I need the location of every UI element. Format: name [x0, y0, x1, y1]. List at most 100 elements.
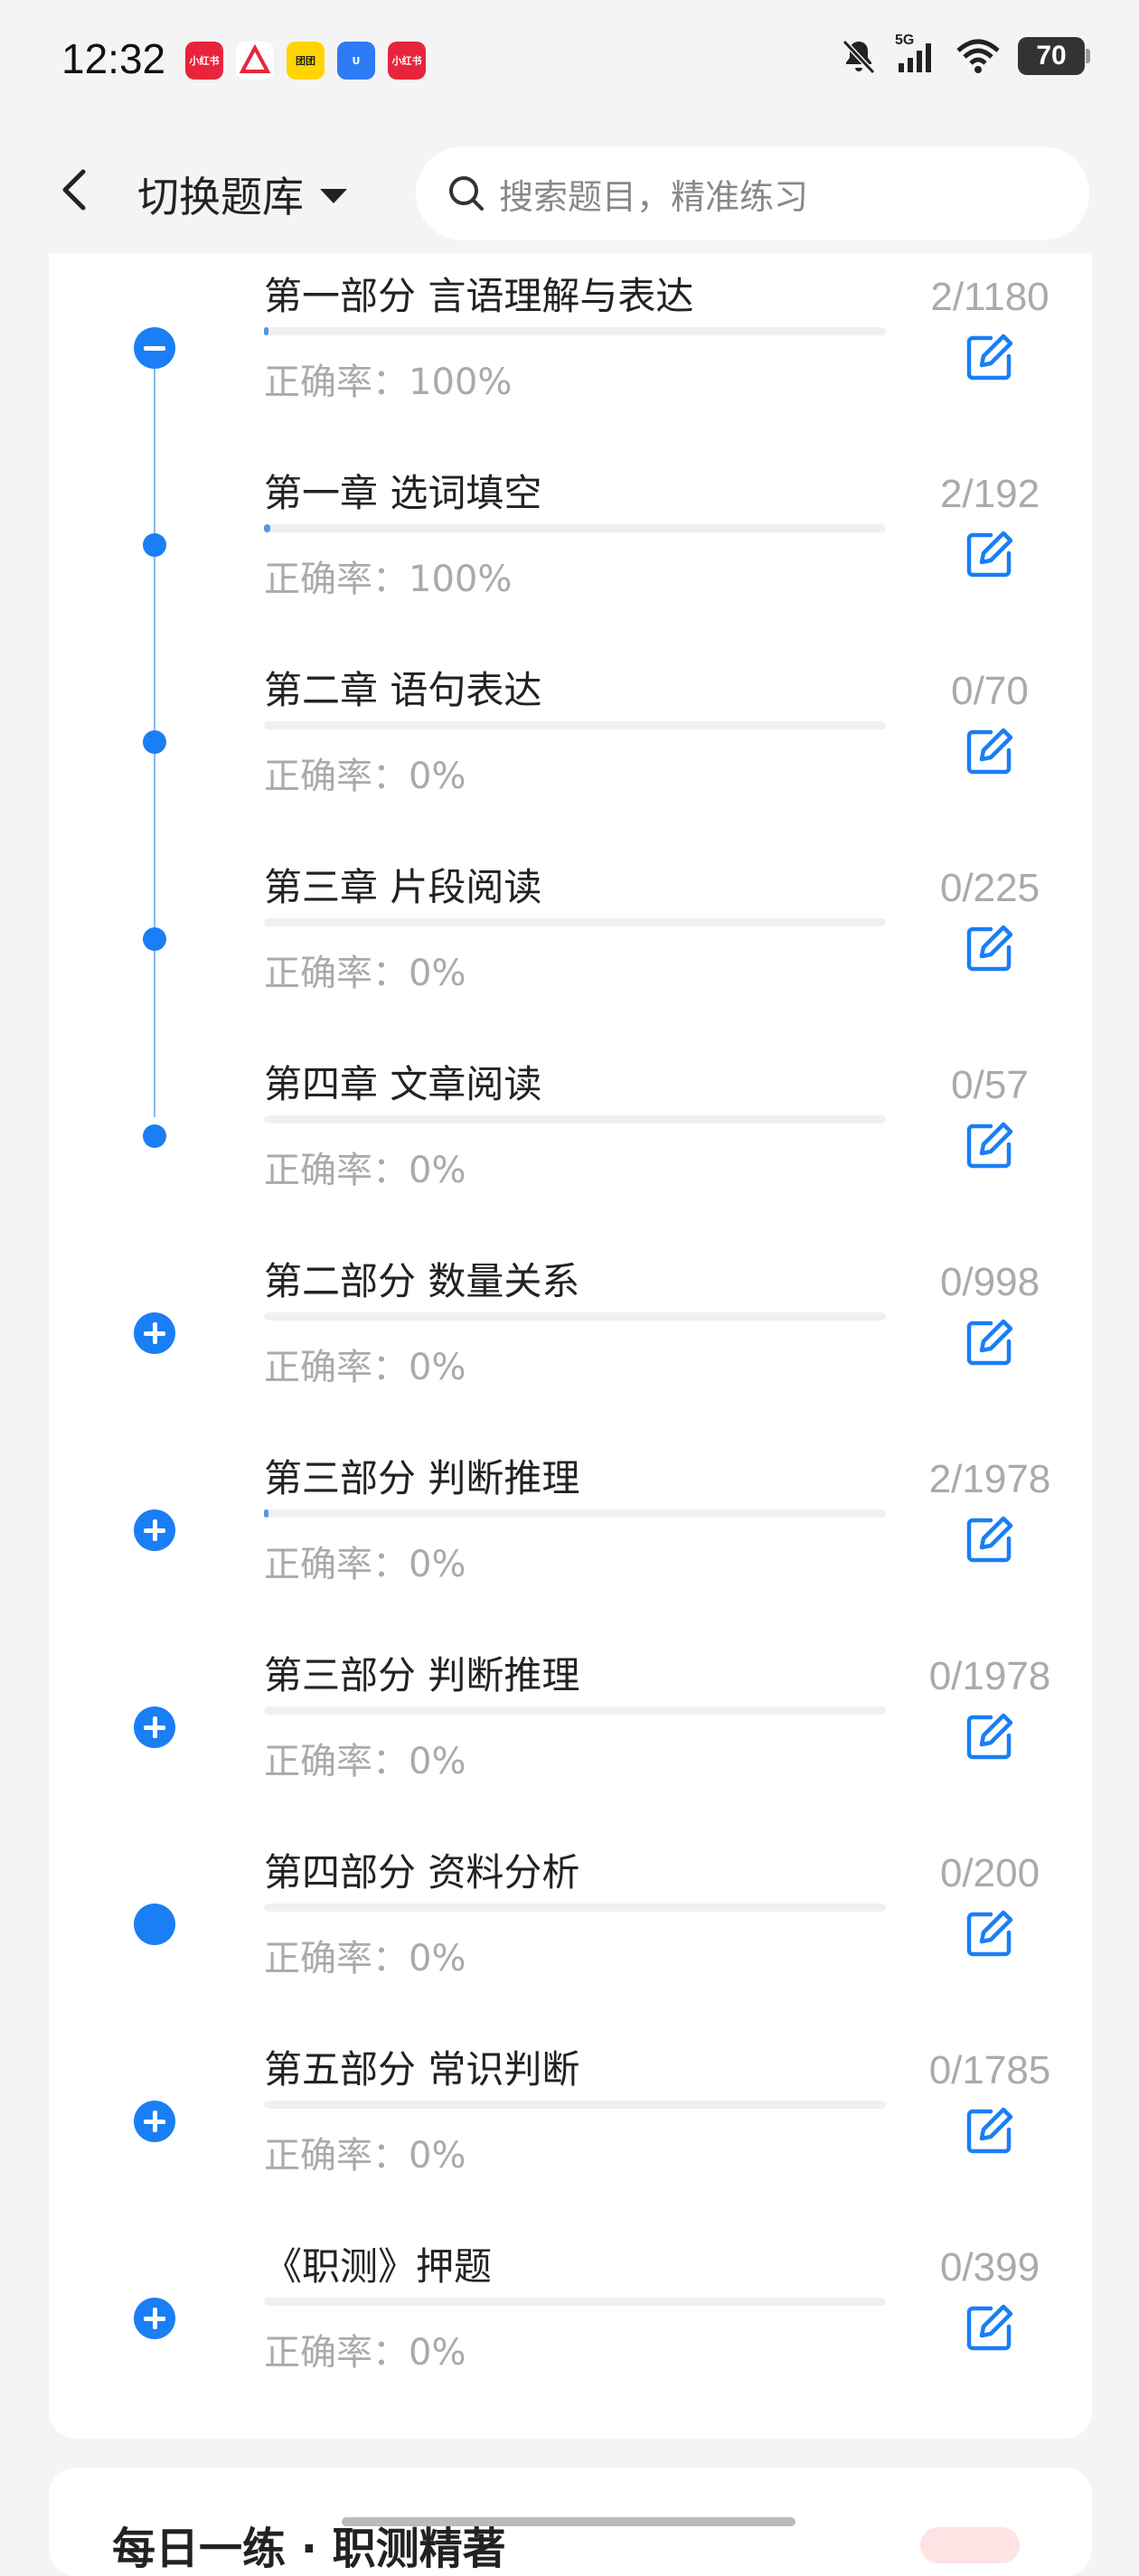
chapter-title: 第三部分 判断推理	[264, 1653, 580, 1697]
question-count: 2/192	[939, 472, 1040, 516]
accuracy-text: 正确率：0%	[264, 953, 466, 994]
expand-icon[interactable]	[134, 2298, 175, 2339]
progress-fill	[264, 327, 268, 335]
progress-bar	[264, 1312, 886, 1321]
search-input[interactable]: 搜索题目，精准练习	[416, 146, 1089, 240]
triangle-app-icon	[236, 42, 274, 80]
question-count: 2/1978	[928, 1457, 1051, 1501]
question-count: 0/57	[951, 1063, 1029, 1107]
chapter-row[interactable]: 第一章 选词填空 正确率：100% 2/192	[0, 468, 1139, 665]
practice-edit-icon[interactable]	[964, 1907, 1016, 1960]
chapter-row[interactable]: 第五部分 常识判断正确率：0% 0/1785	[0, 2045, 1139, 2242]
search-placeholder: 搜索题目，精准练习	[499, 176, 809, 217]
top-nav-bar: 切换题库 搜索题目，精准练习	[0, 127, 1139, 262]
expand-icon[interactable]	[134, 1509, 175, 1551]
chapter-title: 第五部分 常识判断	[264, 2047, 580, 2092]
chapter-row[interactable]: 第三部分 判断推理 正确率：0% 0/1978	[0, 1650, 1139, 1847]
progress-bar	[264, 1904, 886, 1912]
expand-icon[interactable]	[134, 1312, 175, 1354]
chapter-row[interactable]: 《职测》押题 正确率：0% 0/399	[0, 2242, 1139, 2439]
xiaohongshu-icon-2: 小红书	[388, 42, 426, 80]
accuracy-text: 正确率：0%	[264, 1544, 466, 1585]
chapter-title: 第四章 文章阅读	[264, 1062, 542, 1106]
accuracy-text: 正确率：0%	[264, 1741, 466, 1782]
accuracy-text: 正确率：0%	[264, 2135, 466, 2176]
back-arrow-icon[interactable]	[52, 163, 98, 217]
question-count: 0/399	[939, 2245, 1040, 2289]
wifi-icon	[956, 39, 1000, 73]
question-count: 0/1978	[928, 1654, 1051, 1698]
question-count: 0/998	[939, 1260, 1040, 1304]
expand-icon[interactable]	[134, 1706, 175, 1748]
chapter-row[interactable]: 第四部分 资料分析 正确率：0% 0/200	[0, 1847, 1139, 2045]
practice-edit-icon[interactable]	[964, 331, 1016, 383]
chapter-title: 第二章 语句表达	[264, 668, 542, 712]
switch-question-bank-button[interactable]: 切换题库	[137, 165, 347, 224]
progress-bar	[264, 524, 886, 532]
accuracy-text: 正确率：0%	[264, 1347, 466, 1388]
practice-edit-icon[interactable]	[964, 725, 1016, 777]
practice-edit-icon[interactable]	[964, 1119, 1016, 1171]
progress-bar	[264, 1509, 886, 1518]
chapter-row[interactable]: 第四章 文章阅读 正确率：0% 0/57	[0, 1059, 1139, 1256]
signal-icon: 5G	[895, 33, 938, 76]
practice-edit-icon[interactable]	[964, 1513, 1016, 1565]
section-node-icon[interactable]	[134, 1904, 175, 1945]
accuracy-text: 正确率：0%	[264, 1938, 466, 1979]
search-icon	[449, 176, 484, 211]
progress-fill	[264, 524, 270, 532]
accuracy-text: 正确率：100%	[264, 559, 513, 600]
notification-app-icons: 小红书 团团 U 小红书	[185, 42, 426, 80]
accuracy-text: 正确率：0%	[264, 756, 466, 797]
chapter-row[interactable]: 第三章 片段阅读 正确率：0% 0/225	[0, 862, 1139, 1059]
practice-edit-icon[interactable]	[964, 1710, 1016, 1763]
timeline-dot-icon	[143, 1124, 166, 1148]
chapter-title: 《职测》押题	[264, 2244, 493, 2289]
practice-edit-icon[interactable]	[964, 1316, 1016, 1368]
practice-edit-icon[interactable]	[964, 2301, 1016, 2354]
progress-bar	[264, 2101, 886, 2109]
chapter-title: 第一部分 言语理解与表达	[264, 274, 694, 318]
progress-bar	[264, 721, 886, 729]
chapter-row[interactable]: 第一部分 言语理解与表达 正确率：100% 2/1180	[0, 271, 1139, 468]
chapter-row[interactable]: 第二章 语句表达 正确率：0% 0/70	[0, 665, 1139, 862]
practice-edit-icon[interactable]	[964, 922, 1016, 974]
mute-bell-icon	[842, 39, 876, 75]
timeline-dot-icon	[143, 927, 166, 951]
timeline-dot-icon	[143, 533, 166, 557]
system-icons: 5G 70	[839, 33, 1090, 76]
status-bar: 12:32 小红书 团团 U 小红书 5G 70	[0, 0, 1139, 127]
switch-bank-label: 切换题库	[137, 173, 304, 221]
question-count: 0/1785	[928, 2048, 1051, 2092]
chapter-row[interactable]: 第二部分 数量关系 正确率：0% 0/998	[0, 1256, 1139, 1453]
progress-fill	[264, 1509, 268, 1518]
chapter-title: 第三章 片段阅读	[264, 865, 542, 909]
chapter-title: 第三部分 判断推理	[264, 1456, 580, 1500]
battery-indicator: 70	[1018, 37, 1090, 75]
meituan-icon: 团团	[287, 42, 325, 80]
practice-edit-icon[interactable]	[964, 2104, 1016, 2157]
expand-icon[interactable]	[134, 2101, 175, 2142]
progress-bar	[264, 1115, 886, 1123]
xiaohongshu-icon: 小红书	[185, 42, 223, 80]
status-time: 12:32	[61, 35, 166, 82]
next-section-badge	[920, 2527, 1020, 2563]
chapter-title: 第一章 选词填空	[264, 471, 542, 515]
home-indicator[interactable]	[342, 2517, 795, 2526]
progress-bar	[264, 1706, 886, 1715]
accuracy-text: 正确率：0%	[264, 1150, 466, 1191]
practice-edit-icon[interactable]	[964, 528, 1016, 580]
accuracy-text: 正确率：100%	[264, 362, 513, 403]
collapse-icon[interactable]	[134, 327, 175, 369]
progress-bar	[264, 327, 886, 335]
chapter-row[interactable]: 第三部分 判断推理 正确率：0% 2/1978	[0, 1453, 1139, 1650]
timeline-dot-icon	[143, 730, 166, 754]
chapter-title: 第四部分 资料分析	[264, 1850, 580, 1894]
progress-bar	[264, 918, 886, 926]
question-count: 2/1180	[930, 275, 1050, 319]
accuracy-text: 正确率：0%	[264, 2332, 466, 2374]
question-count: 0/225	[939, 866, 1040, 910]
progress-bar	[264, 2298, 886, 2306]
question-count: 0/70	[951, 669, 1029, 713]
chapter-title: 第二部分 数量关系	[264, 1259, 580, 1303]
